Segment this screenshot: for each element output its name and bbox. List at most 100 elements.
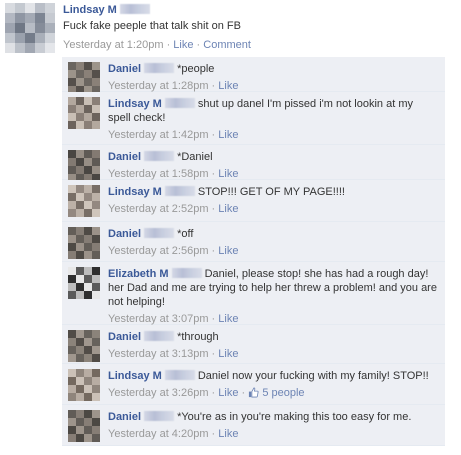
commenter-name[interactable]: Daniel <box>108 411 141 423</box>
comment-item: Daniel *through Yesterday at 3:13pm · Lik… <box>62 325 445 364</box>
like-count-link[interactable]: 5 people <box>262 387 304 399</box>
comment-text: Daniel now your fucking with my family! … <box>197 370 429 382</box>
commenter-name[interactable]: Daniel <box>108 63 141 75</box>
comment-item: Lindsay M STOP!!! GET OF MY PAGE!!!! Yest… <box>62 180 445 222</box>
separator-dot: · <box>208 80 219 92</box>
separator-dot: · <box>208 245 219 257</box>
separator-dot: · <box>208 313 219 325</box>
comment-like-link[interactable]: Like <box>218 387 238 399</box>
commenter-name[interactable]: Lindsay M <box>108 370 162 382</box>
commenter-avatar[interactable] <box>68 330 100 362</box>
comment-meta: Yesterday at 4:20pm · Like <box>108 427 438 441</box>
comment-item: Daniel *people Yesterday at 1:28pm · Like <box>62 57 445 94</box>
commenter-avatar[interactable] <box>68 97 100 129</box>
comment-like-link[interactable]: Like <box>218 129 238 141</box>
comment-like-link[interactable]: Like <box>218 168 238 180</box>
comment-item: Lindsay M shut up danel I'm pissed i'm n… <box>62 92 445 145</box>
comment-like-link[interactable]: Like <box>218 245 238 257</box>
comment-body: Daniel *You're as in you're making this … <box>108 410 438 441</box>
comment-item: Daniel *off Yesterday at 2:56pm · Like <box>62 222 445 262</box>
comment-timestamp[interactable]: Yesterday at 1:42pm <box>108 129 209 141</box>
comment-item: Elizabeth M Daniel, please stop! she has… <box>62 262 445 325</box>
comment-meta: Yesterday at 3:26pm · Like · 5 people <box>108 386 438 400</box>
comment-body: Daniel *off Yesterday at 2:56pm · Like <box>108 227 438 258</box>
commenter-avatar[interactable] <box>68 410 100 442</box>
separator-dot: · <box>208 168 219 180</box>
redacted-surname <box>144 63 175 73</box>
redacted-surname <box>171 268 202 278</box>
redacted-surname <box>144 411 175 421</box>
commenter-avatar[interactable] <box>68 227 100 259</box>
comment-text: *Daniel <box>177 151 213 163</box>
separator-dot: · <box>208 129 219 141</box>
status-author-name[interactable]: Lindsay M <box>63 4 150 16</box>
comment-meta: Yesterday at 1:42pm · Like <box>108 128 438 142</box>
commenter-name[interactable]: Lindsay M <box>108 186 162 198</box>
comment-text: *people <box>177 63 215 75</box>
separator-dot: · <box>208 348 219 360</box>
author-name-text[interactable]: Lindsay M <box>63 4 117 16</box>
comment-timestamp[interactable]: Yesterday at 3:13pm <box>108 348 209 360</box>
separator-dot: · <box>196 39 201 51</box>
comment-timestamp[interactable]: Yesterday at 3:26pm <box>108 387 209 399</box>
comment-item: Lindsay M Daniel now your fucking with m… <box>62 364 445 405</box>
commenter-name[interactable]: Daniel <box>108 151 141 163</box>
redacted-surname <box>119 4 150 14</box>
comment-text: *You're as in you're making this too eas… <box>177 411 412 423</box>
comment-text: STOP!!! GET OF MY PAGE!!!! <box>197 186 345 198</box>
comment-timestamp[interactable]: Yesterday at 1:28pm <box>108 80 209 92</box>
comment-meta: Yesterday at 2:52pm · Like <box>108 202 438 216</box>
redacted-surname <box>164 370 195 380</box>
comment-meta: Yesterday at 1:58pm · Like <box>108 167 438 181</box>
comment-timestamp[interactable]: Yesterday at 3:07pm <box>108 313 209 325</box>
status-meta: Yesterday at 1:20pm · Like · Comment <box>63 39 251 51</box>
like-link[interactable]: Like <box>173 39 193 51</box>
commenter-avatar[interactable] <box>68 150 100 182</box>
redacted-surname <box>144 151 175 161</box>
comment-like-link[interactable]: Like <box>218 348 238 360</box>
comment-body: Daniel *Daniel Yesterday at 1:58pm · Like <box>108 150 438 181</box>
comment-meta: Yesterday at 3:13pm · Like <box>108 347 438 361</box>
comment-text: *off <box>177 228 194 240</box>
thumbs-up-icon <box>249 387 259 398</box>
comment-body: Lindsay M Daniel now your fucking with m… <box>108 369 438 400</box>
status-message: Fuck fake peeple that talk shit on FB <box>63 20 241 32</box>
status-post: Lindsay M Fuck fake peeple that talk shi… <box>0 0 461 56</box>
comment-like-link[interactable]: Like <box>218 313 238 325</box>
comment-timestamp[interactable]: Yesterday at 2:56pm <box>108 245 209 257</box>
separator-dot: · <box>166 39 171 51</box>
comment-like-link[interactable]: Like <box>218 80 238 92</box>
redacted-surname <box>144 331 175 341</box>
separator-dot: · <box>238 387 249 399</box>
comment-meta: Yesterday at 1:28pm · Like <box>108 79 438 93</box>
comment-body: Daniel *through Yesterday at 3:13pm · Lik… <box>108 330 438 361</box>
comment-body: Daniel *people Yesterday at 1:28pm · Like <box>108 62 438 93</box>
redacted-surname <box>144 228 175 238</box>
separator-dot: · <box>208 428 219 440</box>
comment-link[interactable]: Comment <box>203 39 251 51</box>
commenter-name[interactable]: Daniel <box>108 228 141 240</box>
comment-timestamp[interactable]: Yesterday at 2:52pm <box>108 203 209 215</box>
comment-timestamp[interactable]: Yesterday at 1:58pm <box>108 168 209 180</box>
comment-timestamp[interactable]: Yesterday at 4:20pm <box>108 428 209 440</box>
separator-dot: · <box>208 203 219 215</box>
comment-meta: Yesterday at 3:07pm · Like <box>108 312 438 326</box>
commenter-avatar[interactable] <box>68 185 100 217</box>
comment-item: Daniel *Daniel Yesterday at 1:58pm · Like <box>62 145 445 182</box>
status-timestamp[interactable]: Yesterday at 1:20pm <box>63 39 164 51</box>
comment-like-link[interactable]: Like <box>218 428 238 440</box>
separator-dot: · <box>208 387 219 399</box>
comment-text: *through <box>177 331 219 343</box>
commenter-avatar[interactable] <box>68 62 100 94</box>
commenter-name[interactable]: Lindsay M <box>108 98 162 110</box>
comment-body: Lindsay M shut up danel I'm pissed i'm n… <box>108 97 438 142</box>
comment-like-link[interactable]: Like <box>218 203 238 215</box>
comment-item: Daniel *You're as in you're making this … <box>62 405 445 446</box>
profile-picture-avatar[interactable] <box>5 3 55 53</box>
commenter-avatar[interactable] <box>68 267 100 299</box>
commenter-avatar[interactable] <box>68 369 100 401</box>
commenter-name[interactable]: Elizabeth M <box>108 268 169 280</box>
comment-body: Elizabeth M Daniel, please stop! she has… <box>108 267 438 326</box>
redacted-surname <box>164 98 195 108</box>
commenter-name[interactable]: Daniel <box>108 331 141 343</box>
